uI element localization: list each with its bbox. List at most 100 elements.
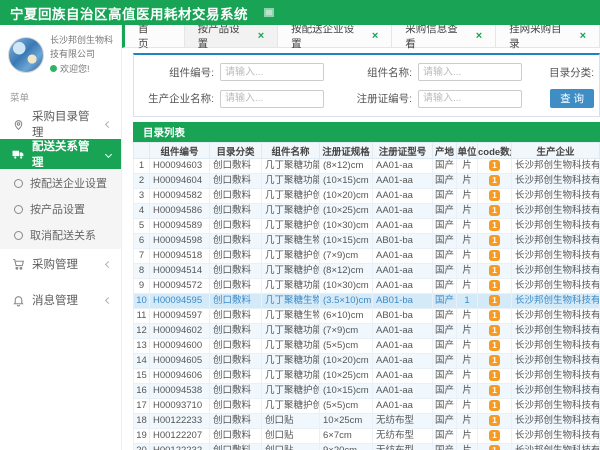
column-header: 产地: [433, 143, 457, 159]
sidebar-item-delivery-mgmt[interactable]: 配送关系管理: [0, 139, 121, 169]
table-row[interactable]: 4H00094586创口敷料几丁聚糖护创贴（(10×25)cmAA01-aa国产…: [134, 204, 600, 219]
menu-toggle-icon[interactable]: [264, 8, 274, 17]
column-header: 组件名称: [262, 143, 320, 159]
tab-purchase-info[interactable]: 采购信息查看 ×: [392, 25, 496, 47]
table-header-row: 组件编号 目录分类 组件名称 注册证规格 注册证型号 产地 单位 code数量 …: [134, 143, 600, 159]
company-name: 长沙邦创生物科技有限公司: [50, 35, 113, 59]
code-count-badge: 1: [489, 340, 500, 352]
code-count-badge: 1: [489, 280, 500, 292]
close-icon[interactable]: ×: [372, 31, 378, 42]
code-count-badge: 1: [489, 310, 500, 322]
welcome-text: 欢迎您!: [60, 62, 90, 76]
sidebar-subitem-by-delivery-company[interactable]: 按配送企业设置: [0, 170, 121, 196]
sidebar: 长沙邦创生物科技有限公司 欢迎您! 菜单 采购目录管理 配送关系管理: [0, 25, 122, 450]
column-header: 注册证规格: [320, 143, 373, 159]
chevron-left-icon: [105, 297, 112, 304]
tab-bar: 首页 按产品设置 × 按配送企业设置 × 采购信息查看 × 挂网采购目录 ×: [122, 25, 600, 48]
manufacturer-input[interactable]: [220, 90, 324, 108]
sidebar-item-label: 采购目录管理: [32, 108, 99, 140]
code-count-badge: 1: [489, 175, 500, 187]
column-header: 组件编号: [150, 143, 210, 159]
table-row[interactable]: 18H00122233创口敷料创口贴10×25cm无纺布型国产片1长沙邦创生物科…: [134, 414, 600, 429]
sidebar-item-message-mgmt[interactable]: 消息管理: [0, 285, 121, 315]
bell-icon: [12, 294, 25, 307]
online-status-icon: [50, 65, 57, 72]
tab-online-catalog[interactable]: 挂网采购目录 ×: [496, 25, 600, 47]
code-count-badge: 1: [489, 430, 500, 442]
sidebar-subitem-by-product[interactable]: 按产品设置: [0, 196, 121, 222]
column-header: 单位: [457, 143, 478, 159]
table-row[interactable]: 9H00094572创口敷料几丁聚糖功能性护(10×30)cmAA01-aa国产…: [134, 279, 600, 294]
tab-by-product[interactable]: 按产品设置 ×: [185, 25, 279, 47]
code-count-badge: 1: [489, 445, 500, 450]
table-row[interactable]: 7H00094518创口敷料几丁聚糖护创贴（(7×9)cmAA01-aa国产片1…: [134, 249, 600, 264]
column-header: 注册证型号: [373, 143, 433, 159]
sidebar-item-purchase-mgmt[interactable]: 采购管理: [0, 249, 121, 279]
close-icon[interactable]: ×: [476, 31, 482, 42]
column-header: 生产企业: [512, 143, 600, 159]
code-count-badge: 1: [489, 370, 500, 382]
sidebar-item-label: 消息管理: [32, 292, 78, 308]
code-count-badge: 1: [489, 295, 500, 307]
catalog-table-body: 1H00094603创口敷料几丁聚糖功能性护(8×12)cmAA01-aa国产片…: [134, 159, 600, 450]
welcome-row: 欢迎您!: [50, 62, 117, 76]
code-count-badge: 1: [489, 415, 500, 427]
search-panel: 组件编号: 组件名称: 目录分类: 生产企业名称: 注册证编号: 查 询: [133, 53, 600, 117]
main-content: 首页 按产品设置 × 按配送企业设置 × 采购信息查看 × 挂网采购目录 ×: [122, 25, 600, 450]
circle-icon: [14, 205, 23, 214]
table-row[interactable]: 20H00122232创口敷料创口贴9×20cm无纺布型国产片1长沙邦创生物科技…: [134, 444, 600, 450]
close-icon[interactable]: ×: [580, 31, 586, 42]
component-id-input[interactable]: [220, 63, 324, 81]
truck-icon: [12, 148, 25, 161]
table-row[interactable]: 16H00094538创口敷料几丁聚糖护创贴（(10×15)cmAA01-aa国…: [134, 384, 600, 399]
delivery-submenu: 按配送企业设置 按产品设置 取消配送关系: [0, 169, 121, 249]
catalog-category-label: 目录分类:: [524, 65, 599, 80]
page-body: 组件编号: 组件名称: 目录分类: 生产企业名称: 注册证编号: 查 询 目录列…: [122, 48, 600, 450]
table-row[interactable]: 13H00094600创口敷料几丁聚糖功能性护(5×5)cmAA01-aa国产片…: [134, 339, 600, 354]
sidebar-item-label: 采购管理: [32, 256, 78, 272]
code-count-badge: 1: [489, 220, 500, 232]
table-row[interactable]: 12H00094602创口敷料几丁聚糖功能性护(7×9)cmAA01-aa国产片…: [134, 324, 600, 339]
registration-no-input[interactable]: [418, 90, 522, 108]
table-row[interactable]: 1H00094603创口敷料几丁聚糖功能性护(8×12)cmAA01-aa国产片…: [134, 159, 600, 174]
avatar: [8, 37, 44, 73]
menu-section-label: 菜单: [0, 82, 121, 109]
component-name-input[interactable]: [418, 63, 522, 81]
sidebar-subitem-label: 取消配送关系: [30, 227, 96, 243]
manufacturer-label: 生产企业名称:: [134, 91, 220, 106]
catalog-list-title: 目录列表: [133, 122, 600, 142]
tab-by-delivery-company[interactable]: 按配送企业设置 ×: [278, 25, 392, 47]
catalog-table: 组件编号 目录分类 组件名称 注册证规格 注册证型号 产地 单位 code数量 …: [133, 142, 600, 450]
table-row[interactable]: 2H00094604创口敷料几丁聚糖功能性护(10×15)cmAA01-aa国产…: [134, 174, 600, 189]
table-row[interactable]: 6H00094598创口敷料几丁聚糖生物膜(10×15)cmAB01-ba国产片…: [134, 234, 600, 249]
query-button[interactable]: 查 询: [550, 89, 594, 108]
close-icon[interactable]: ×: [258, 31, 264, 42]
cart-icon: [12, 258, 25, 271]
column-header: 目录分类: [210, 143, 262, 159]
chevron-left-icon: [105, 261, 112, 268]
table-row[interactable]: 14H00094605创口敷料几丁聚糖功能性护(10×20)cmAA01-aa国…: [134, 354, 600, 369]
sidebar-subitem-label: 按配送企业设置: [30, 175, 107, 191]
table-row[interactable]: 10H00094595创口敷料几丁聚糖生物膜(3.5×10)cmAB01-ba国…: [134, 294, 600, 309]
chevron-down-icon: [105, 151, 112, 158]
code-count-badge: 1: [489, 385, 500, 397]
code-count-badge: 1: [489, 205, 500, 217]
sidebar-item-catalog-mgmt[interactable]: 采购目录管理: [0, 109, 121, 139]
table-row[interactable]: 11H00094597创口敷料几丁聚糖生物膜(6×10)cmAB01-ba国产片…: [134, 309, 600, 324]
table-row[interactable]: 3H00094582创口敷料几丁聚糖护创贴（(10×20)cmAA01-aa国产…: [134, 189, 600, 204]
table-row[interactable]: 5H00094589创口敷料几丁聚糖护创贴（(10×30)cmAA01-aa国产…: [134, 219, 600, 234]
component-name-label: 组件名称:: [326, 65, 418, 80]
tab-home[interactable]: 首页: [125, 25, 185, 47]
code-count-badge: 1: [489, 160, 500, 172]
app-title: 宁夏回族自治区高值医用耗材交易系统: [10, 3, 248, 23]
component-id-label: 组件编号:: [134, 65, 220, 80]
location-pin-icon: [12, 118, 25, 131]
table-row[interactable]: 19H00122207创口敷料创口贴6×7cm无纺布型国产片1长沙邦创生物科技有…: [134, 429, 600, 444]
table-row[interactable]: 8H00094514创口敷料几丁聚糖护创贴（(8×12)cmAA01-aa国产片…: [134, 264, 600, 279]
top-bar: 宁夏回族自治区高值医用耗材交易系统: [0, 0, 600, 25]
table-row[interactable]: 15H00094606创口敷料几丁聚糖功能性护(10×25)cmAA01-aa国…: [134, 369, 600, 384]
sidebar-subitem-label: 按产品设置: [30, 201, 85, 217]
table-row[interactable]: 17H00093710创口敷料几丁聚糖护创贴（(5×5)cmAA01-aa国产片…: [134, 399, 600, 414]
circle-icon: [14, 231, 23, 240]
sidebar-subitem-cancel-delivery[interactable]: 取消配送关系: [0, 222, 121, 248]
